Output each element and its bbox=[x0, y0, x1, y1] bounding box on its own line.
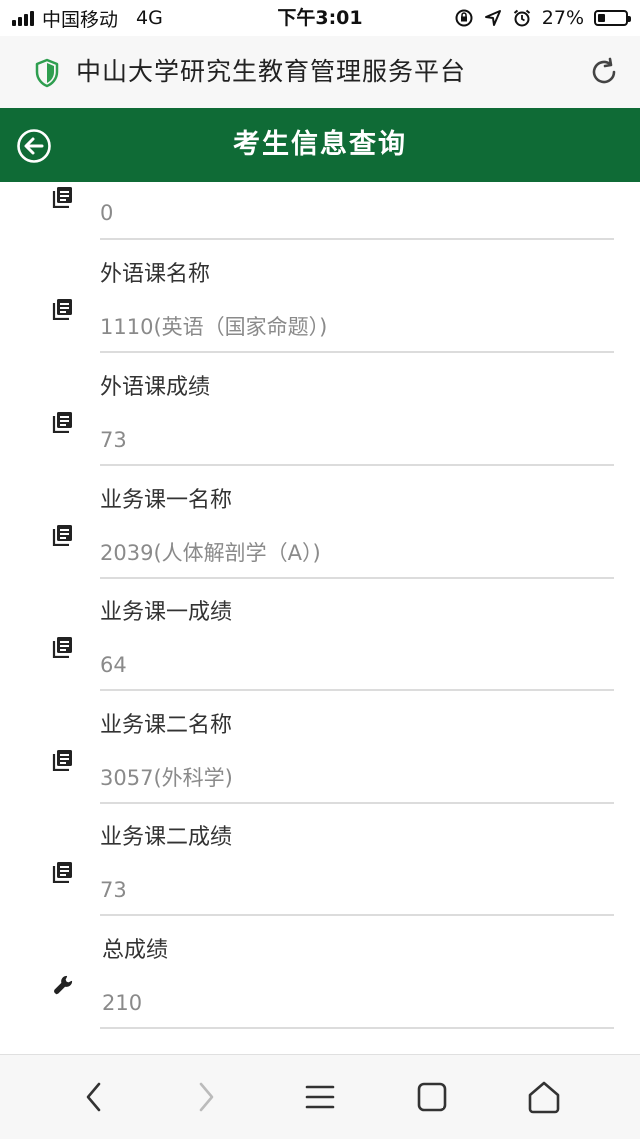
battery-fill bbox=[598, 14, 605, 22]
list-icon bbox=[52, 525, 72, 546]
field-label: 业务课一成绩 bbox=[100, 600, 233, 625]
list-icon bbox=[52, 637, 72, 658]
wrench-icon bbox=[54, 975, 73, 995]
field-value: 1110(英语（国家命题）) bbox=[100, 315, 328, 339]
field-value: 0 bbox=[100, 201, 114, 225]
rotation-lock-icon bbox=[455, 9, 473, 27]
browser-address-bar: 中山大学研究生教育管理服务平台 bbox=[0, 36, 640, 108]
nav-menu-button[interactable] bbox=[298, 1075, 342, 1119]
list-icon bbox=[52, 862, 72, 883]
divider bbox=[100, 464, 614, 466]
divider bbox=[100, 577, 614, 579]
status-right: 27% bbox=[454, 0, 631, 36]
divider bbox=[100, 914, 614, 916]
back-icon bbox=[86, 1082, 101, 1112]
field-label: 业务课一名称 bbox=[100, 488, 233, 513]
field-label: 业务课二名称 bbox=[100, 713, 233, 738]
info-list: 0 外语课名称 1110(英语（国家命题）) 外语课成绩 73 业务课一名称 2… bbox=[0, 182, 640, 1054]
field-label: 外语课名称 bbox=[100, 262, 211, 287]
field-value: 64 bbox=[100, 653, 127, 677]
nav-tabs-button[interactable] bbox=[410, 1075, 454, 1119]
list-icon bbox=[52, 299, 72, 320]
field-label: 业务课二成绩 bbox=[100, 825, 233, 850]
divider bbox=[100, 238, 614, 240]
menu-icon bbox=[305, 1085, 335, 1109]
list-icon bbox=[52, 750, 72, 771]
list-icon bbox=[52, 187, 72, 208]
site-title: 中山大学研究生教育管理服务平台 bbox=[76, 57, 467, 86]
nav-back-button[interactable] bbox=[72, 1075, 116, 1119]
nav-home-button[interactable] bbox=[522, 1075, 566, 1119]
reload-icon[interactable] bbox=[588, 56, 620, 88]
page-title: 考生信息查询 bbox=[233, 129, 407, 160]
field-label: 外语课成绩 bbox=[100, 375, 211, 400]
field-value: 210 bbox=[102, 991, 143, 1015]
browser-toolbar bbox=[0, 1054, 640, 1139]
app-header: 考生信息查询 bbox=[0, 108, 640, 182]
nav-forward-button[interactable] bbox=[184, 1075, 228, 1119]
status-bar: 中国移动 4G 下午3:01 27% bbox=[0, 0, 640, 36]
battery-icon bbox=[594, 10, 631, 26]
list-icon bbox=[52, 412, 72, 433]
tabs-icon bbox=[417, 1082, 447, 1112]
field-value: 3057(外科学) bbox=[100, 766, 233, 790]
alarm-icon bbox=[513, 9, 530, 27]
location-icon bbox=[484, 10, 501, 26]
field-value: 73 bbox=[100, 428, 127, 452]
forward-icon bbox=[199, 1082, 214, 1112]
divider bbox=[100, 1027, 614, 1029]
field-value: 73 bbox=[100, 878, 127, 902]
battery-percent: 27% bbox=[541, 7, 584, 29]
shield-icon bbox=[35, 58, 59, 88]
divider bbox=[100, 802, 614, 804]
field-label: 总成绩 bbox=[102, 938, 169, 963]
divider bbox=[100, 689, 614, 691]
divider bbox=[100, 351, 614, 353]
home-icon bbox=[528, 1081, 560, 1114]
field-value: 2039(人体解剖学（A）) bbox=[100, 541, 321, 565]
